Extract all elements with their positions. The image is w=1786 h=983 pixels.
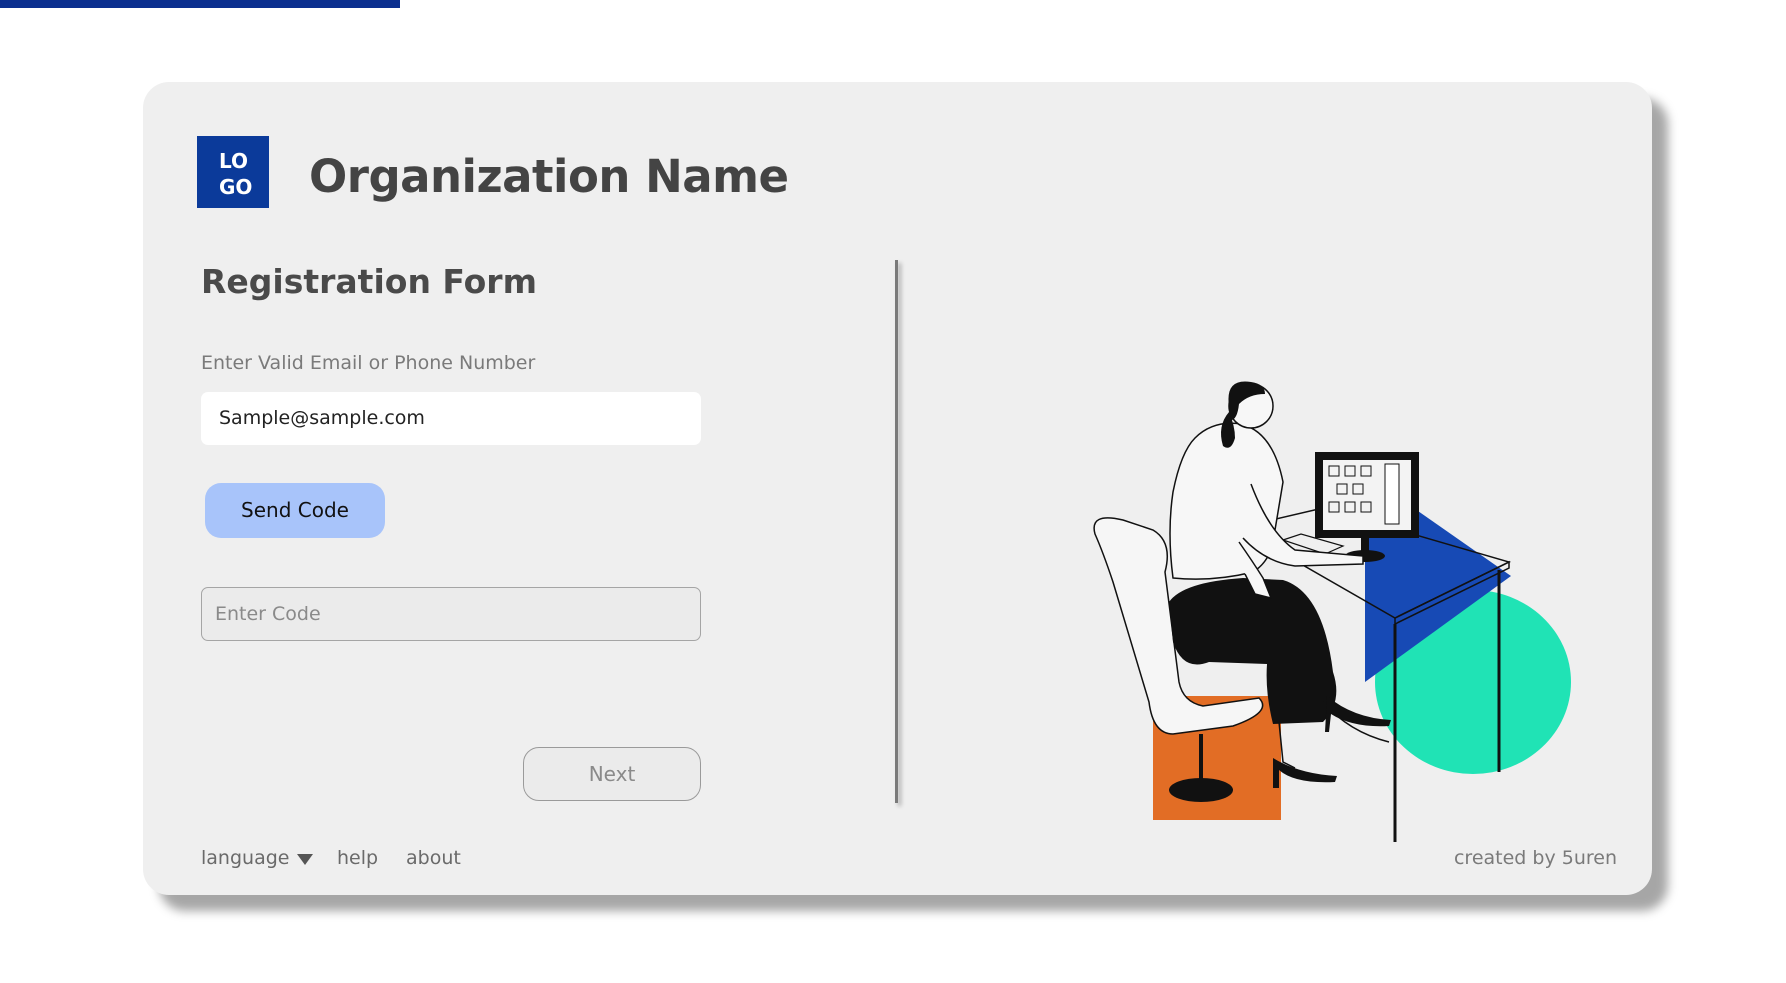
send-code-button[interactable]: Send Code [205, 483, 385, 538]
help-link[interactable]: help [337, 847, 378, 869]
form-title: Registration Form [201, 262, 537, 301]
triangle-down-icon [297, 854, 314, 865]
email-field[interactable]: Sample@sample.com [201, 392, 701, 445]
logo-line-1: LO [219, 149, 249, 173]
next-button[interactable]: Next [523, 747, 701, 801]
top-accent-bar [0, 0, 400, 8]
logo: LO GO [197, 136, 269, 208]
code-field[interactable]: Enter Code [201, 587, 701, 641]
email-label: Enter Valid Email or Phone Number [201, 352, 536, 374]
logo-line-2: GO [219, 175, 253, 199]
about-link[interactable]: about [406, 847, 461, 869]
language-selector[interactable]: language [201, 847, 314, 869]
woman-at-computer-illustration [1093, 381, 1571, 842]
organization-name: Organization Name [309, 150, 789, 203]
registration-card: LO GO Organization Name Registration For… [143, 82, 1652, 895]
language-label: language [201, 847, 290, 869]
vertical-divider [895, 260, 898, 803]
